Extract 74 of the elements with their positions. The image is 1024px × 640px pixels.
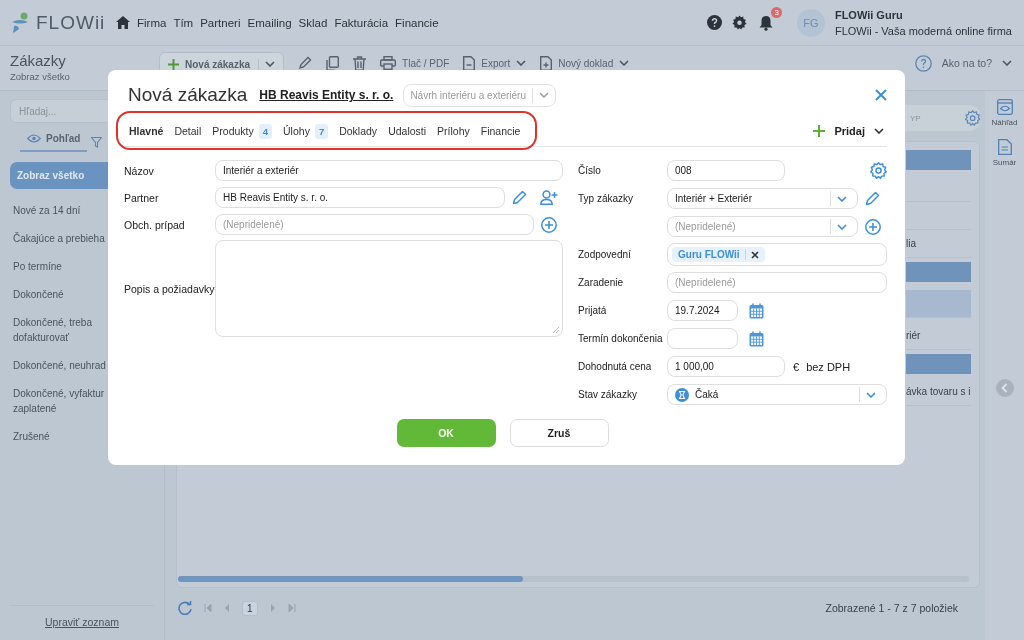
nav-link[interactable]: Firma [137, 16, 167, 29]
notification-badge: 3 [771, 6, 782, 18]
view-item[interactable]: Zrušené [10, 423, 111, 451]
dialog-tab[interactable]: Prílohy [437, 125, 470, 137]
field-label: Číslo [578, 165, 602, 176]
field-label: Popis a požiadavky [124, 282, 215, 295]
field-label: Termín dokončenia [578, 333, 664, 344]
count-badge: 4 [258, 123, 273, 139]
dialog-tab[interactable]: Úlohy 7 [283, 123, 329, 139]
logo-text: FLOWii [36, 11, 106, 34]
partner-link[interactable]: HB Reavis Entity s. r. o. [259, 88, 394, 102]
dropdown-field[interactable]: Interiér + Exteriér [667, 188, 858, 209]
dialog-tab[interactable]: Doklady [339, 125, 378, 137]
field-label: Stav zákazky [578, 389, 638, 400]
nav-link[interactable]: Financie [395, 16, 439, 29]
dialog-tab[interactable]: Produkty 4 [212, 123, 273, 139]
field-label: Dohodnutá cena [578, 361, 653, 372]
view-item[interactable]: Nové za 14 dní [10, 197, 111, 225]
edit-list-link[interactable]: Upraviť zoznam [45, 616, 119, 628]
side-panel-button[interactable]: Sumár [992, 139, 1017, 167]
export-button[interactable]: Export [463, 52, 527, 74]
nav-link[interactable]: Tím [173, 16, 194, 29]
side-panel-button[interactable]: Náhľad [991, 99, 1018, 127]
date-field[interactable]: 19.7.2024 [667, 300, 738, 321]
field-label: Obch. prípad [124, 218, 186, 231]
text-field[interactable]: Interiér a exteriér [215, 160, 563, 181]
template-dropdown[interactable]: Návrh interiéru a exteriéru [403, 83, 556, 107]
dialog-tab[interactable]: Hlavné [129, 125, 164, 137]
view-item[interactable]: Dokončené [10, 281, 111, 309]
cancel-button[interactable]: Zruš [509, 419, 609, 447]
person-tag: Guru FLOWii [672, 247, 765, 262]
view-item[interactable]: Čakajúce a prebieha [10, 225, 111, 253]
page-subtitle: Zobraz všetko [10, 71, 71, 82]
company-name: FLOWii - Vaša moderná online firma [834, 24, 1012, 37]
nav-link[interactable]: Partneri [200, 16, 241, 29]
dialog-tab[interactable]: Financie [480, 125, 521, 137]
tag-field[interactable]: Guru FLOWii [667, 243, 887, 266]
table-cell: riér [906, 330, 921, 341]
field-label: Typ zákazky [578, 193, 635, 204]
nav-link[interactable]: Emailing [247, 16, 292, 29]
field-label: Zaradenie [578, 277, 625, 288]
dropdown-field[interactable]: (Nepridelené) [667, 216, 858, 237]
print-button[interactable]: Tlač / PDF [380, 52, 450, 74]
dialog-tab[interactable]: Udalosti [388, 125, 427, 137]
price-note: bez DPH [806, 360, 851, 373]
dialog-tab[interactable]: Detail [174, 125, 202, 137]
field-label: Partner [124, 191, 160, 204]
view-item[interactable]: Dokončené, vyfaktur zaplatené [10, 380, 111, 423]
text-field[interactable]: (Nepridelené) [667, 272, 887, 293]
field-label: Prijatá [578, 305, 608, 316]
page-title: Zákazky [10, 52, 67, 69]
table-cell: ávka tovaru s i [906, 386, 971, 397]
number-field[interactable]: 008 [667, 160, 785, 181]
currency-label: € [793, 360, 800, 373]
table-cell: lia [906, 238, 916, 249]
status-dropdown[interactable]: Čaká [667, 384, 887, 405]
field-label: Zodpovední [578, 249, 632, 260]
view-item[interactable]: Dokončené, treba dofakturovať [10, 309, 111, 352]
nav-link[interactable]: Sklad [298, 16, 328, 29]
field-label: Názov [124, 164, 155, 177]
price-field[interactable]: 1 000,00 [667, 356, 785, 377]
add-button[interactable]: Pridaj [813, 125, 884, 137]
help-button[interactable]: Ako na to? [914, 52, 1024, 74]
view-tab[interactable]: Pohľad [20, 133, 88, 152]
page-number[interactable]: 1 [242, 600, 258, 616]
new-document-button[interactable]: Nový doklad [540, 52, 630, 74]
items-summary: Zobrazené 1 - 7 z 7 položiek [825, 602, 958, 614]
view-item[interactable]: Dokončené, neuhrad [10, 352, 111, 380]
view-item[interactable]: Po termíne [10, 253, 111, 281]
nav-link[interactable]: Fakturácia [334, 16, 389, 29]
user-name: FLOWii Guru [834, 8, 904, 21]
count-badge: 7 [314, 123, 329, 139]
text-field[interactable]: HB Reavis Entity s. r. o. [215, 187, 505, 208]
text-field[interactable]: (Nepridelené) [215, 214, 534, 235]
